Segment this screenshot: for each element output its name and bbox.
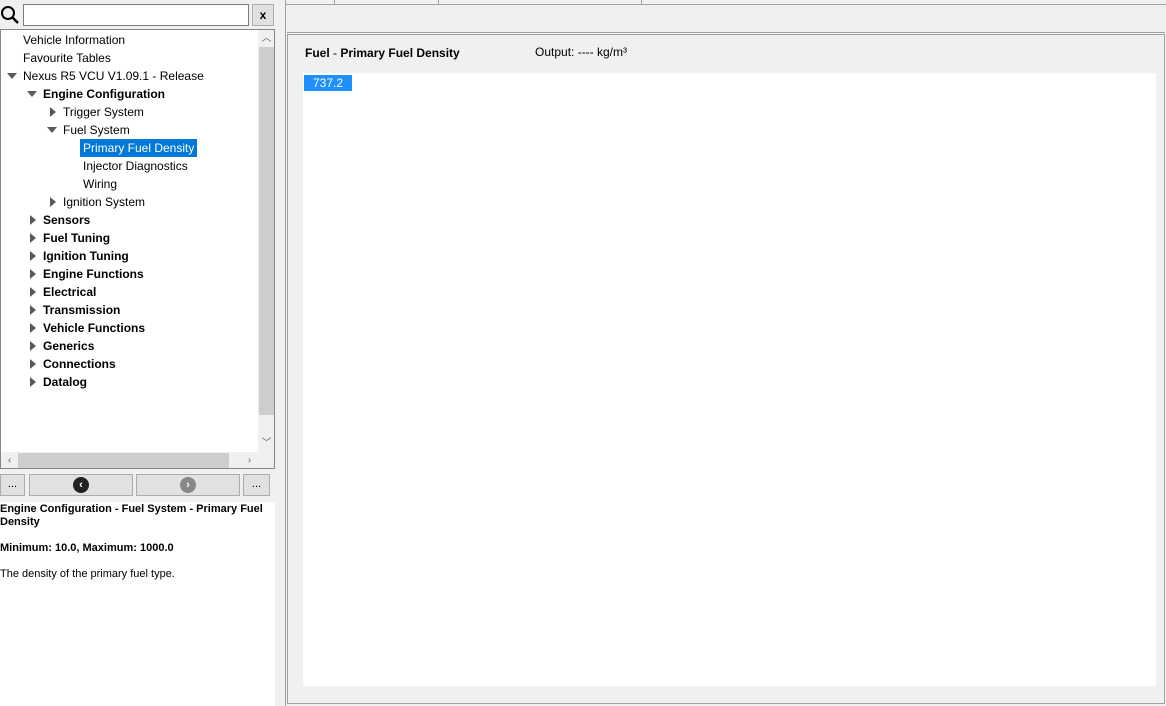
- search-input[interactable]: [23, 4, 249, 26]
- help-panel: Engine Configuration - Fuel System - Pri…: [0, 502, 275, 706]
- tree-item[interactable]: Sensors: [1, 211, 257, 229]
- tree-item[interactable]: Fuel System: [1, 121, 257, 139]
- tree-item[interactable]: Generics: [1, 337, 257, 355]
- tree-item-label: Electrical: [43, 285, 97, 299]
- more-left-button[interactable]: ...: [0, 474, 25, 496]
- help-title: Engine Configuration - Fuel System - Pri…: [0, 503, 263, 528]
- panel-splitter[interactable]: [276, 0, 285, 706]
- value-cell[interactable]: 737.2: [304, 75, 352, 91]
- chevron-left-circle-icon: ‹: [73, 477, 89, 493]
- vertical-scrollbar[interactable]: ︿ ﹀: [258, 30, 274, 452]
- toolbar: [287, 5, 1165, 33]
- more-right-button[interactable]: ...: [243, 474, 270, 496]
- tree-item[interactable]: Primary Fuel Density: [1, 139, 257, 157]
- tree-item[interactable]: Vehicle Functions: [1, 319, 257, 337]
- table-title: Fuel - Primary Fuel Density: [305, 46, 460, 60]
- scroll-up-icon[interactable]: ︿: [258, 30, 274, 47]
- tree-item[interactable]: Wiring: [1, 175, 257, 193]
- help-range: Minimum: 10.0, Maximum: 1000.0: [0, 542, 174, 554]
- tree-item-label: Vehicle Information: [23, 33, 126, 47]
- help-description: The density of the primary fuel type.: [0, 568, 175, 580]
- table-category: Fuel: [305, 46, 330, 60]
- tree-item-label: Nexus R5 VCU V1.09.1 - Release: [23, 69, 204, 83]
- tree-item[interactable]: Ignition System: [1, 193, 257, 211]
- tree-item[interactable]: Engine Functions: [1, 265, 257, 283]
- tree-item-label: Injector Diagnostics: [83, 159, 188, 173]
- search-row: x: [0, 0, 276, 30]
- scrollbar-corner: [258, 452, 274, 468]
- table-name: Primary Fuel Density: [340, 46, 460, 60]
- tree-item-label: Transmission: [43, 303, 121, 317]
- tree-item[interactable]: Connections: [1, 355, 257, 373]
- expand-down-icon[interactable]: [47, 127, 57, 133]
- clear-search-button[interactable]: x: [252, 4, 274, 26]
- chevron-right-circle-icon: ›: [180, 477, 196, 493]
- tree-item[interactable]: Ignition Tuning: [1, 247, 257, 265]
- tree-item-label: Engine Configuration: [43, 87, 165, 101]
- expand-down-icon[interactable]: [27, 91, 37, 97]
- tree-item-label: Engine Functions: [43, 267, 144, 281]
- tree-item-label: Wiring: [83, 177, 118, 191]
- tree-item-label: Vehicle Functions: [43, 321, 146, 335]
- tree-item-label: Fuel System: [63, 123, 130, 137]
- tree-item-label: Primary Fuel Density: [80, 139, 198, 157]
- tree-item[interactable]: Fuel Tuning: [1, 229, 257, 247]
- forward-button[interactable]: ›: [136, 474, 240, 496]
- right-panel: Fuel - Primary Fuel Density Output: ----…: [285, 0, 1166, 706]
- tree-item[interactable]: Datalog: [1, 373, 257, 391]
- tree-item-label: Trigger System: [63, 105, 144, 119]
- expand-right-icon[interactable]: [30, 359, 36, 369]
- app-window: x Vehicle Information Favourite Tables Nex…: [0, 0, 1166, 706]
- tree-item-label: Ignition Tuning: [43, 249, 129, 263]
- horizontal-scroll-thumb[interactable]: [18, 453, 229, 468]
- expand-down-icon[interactable]: [7, 73, 17, 79]
- expand-right-icon[interactable]: [30, 305, 36, 315]
- expand-right-icon[interactable]: [30, 251, 36, 261]
- tree-view: Vehicle Information Favourite Tables Nexus…: [1, 30, 257, 452]
- expand-right-icon[interactable]: [30, 233, 36, 243]
- scroll-left-icon[interactable]: ‹: [1, 452, 18, 468]
- tree-item-label: Generics: [43, 339, 95, 353]
- expand-right-icon[interactable]: [30, 215, 36, 225]
- title-separator: -: [329, 46, 341, 60]
- tree-item-label: Connections: [43, 357, 116, 371]
- back-button[interactable]: ‹: [29, 474, 133, 496]
- navigation-tree: Vehicle Information Favourite Tables Nexus…: [0, 29, 275, 469]
- tree-item-label: Ignition System: [63, 195, 146, 209]
- expand-right-icon[interactable]: [50, 197, 56, 207]
- tree-item[interactable]: Nexus R5 VCU V1.09.1 - Release: [1, 67, 257, 85]
- scroll-down-icon[interactable]: ﹀: [258, 435, 274, 452]
- tree-item-label: Favourite Tables: [23, 51, 111, 65]
- tree-item[interactable]: Vehicle Information: [1, 31, 257, 49]
- table-value-area[interactable]: 737.2: [303, 73, 1156, 686]
- left-panel: x Vehicle Information Favourite Tables Nex…: [0, 0, 276, 706]
- tree-item-label: Sensors: [43, 213, 91, 227]
- expand-right-icon[interactable]: [30, 269, 36, 279]
- expand-right-icon[interactable]: [30, 377, 36, 387]
- table-editor: Fuel - Primary Fuel Density Output: ----…: [287, 34, 1165, 704]
- scroll-right-icon[interactable]: ›: [241, 452, 258, 468]
- expand-right-icon[interactable]: [30, 341, 36, 351]
- expand-right-icon[interactable]: [50, 107, 56, 117]
- tree-item[interactable]: Electrical: [1, 283, 257, 301]
- vertical-scroll-thumb[interactable]: [259, 47, 274, 415]
- output-readout: Output: ---- kg/m³: [535, 45, 628, 59]
- tree-item[interactable]: Favourite Tables: [1, 49, 257, 67]
- tree-item-label: Fuel Tuning: [43, 231, 111, 245]
- expand-right-icon[interactable]: [30, 323, 36, 333]
- expand-right-icon[interactable]: [30, 287, 36, 297]
- search-icon[interactable]: [0, 5, 20, 25]
- tree-item[interactable]: Transmission: [1, 301, 257, 319]
- horizontal-scrollbar[interactable]: ‹ ›: [1, 452, 258, 468]
- tree-item[interactable]: Trigger System: [1, 103, 257, 121]
- navigation-buttons: ... ‹ › ...: [0, 474, 276, 496]
- tree-item[interactable]: Engine Configuration: [1, 85, 257, 103]
- tree-item-label: Datalog: [43, 375, 88, 389]
- tree-item[interactable]: Injector Diagnostics: [1, 157, 257, 175]
